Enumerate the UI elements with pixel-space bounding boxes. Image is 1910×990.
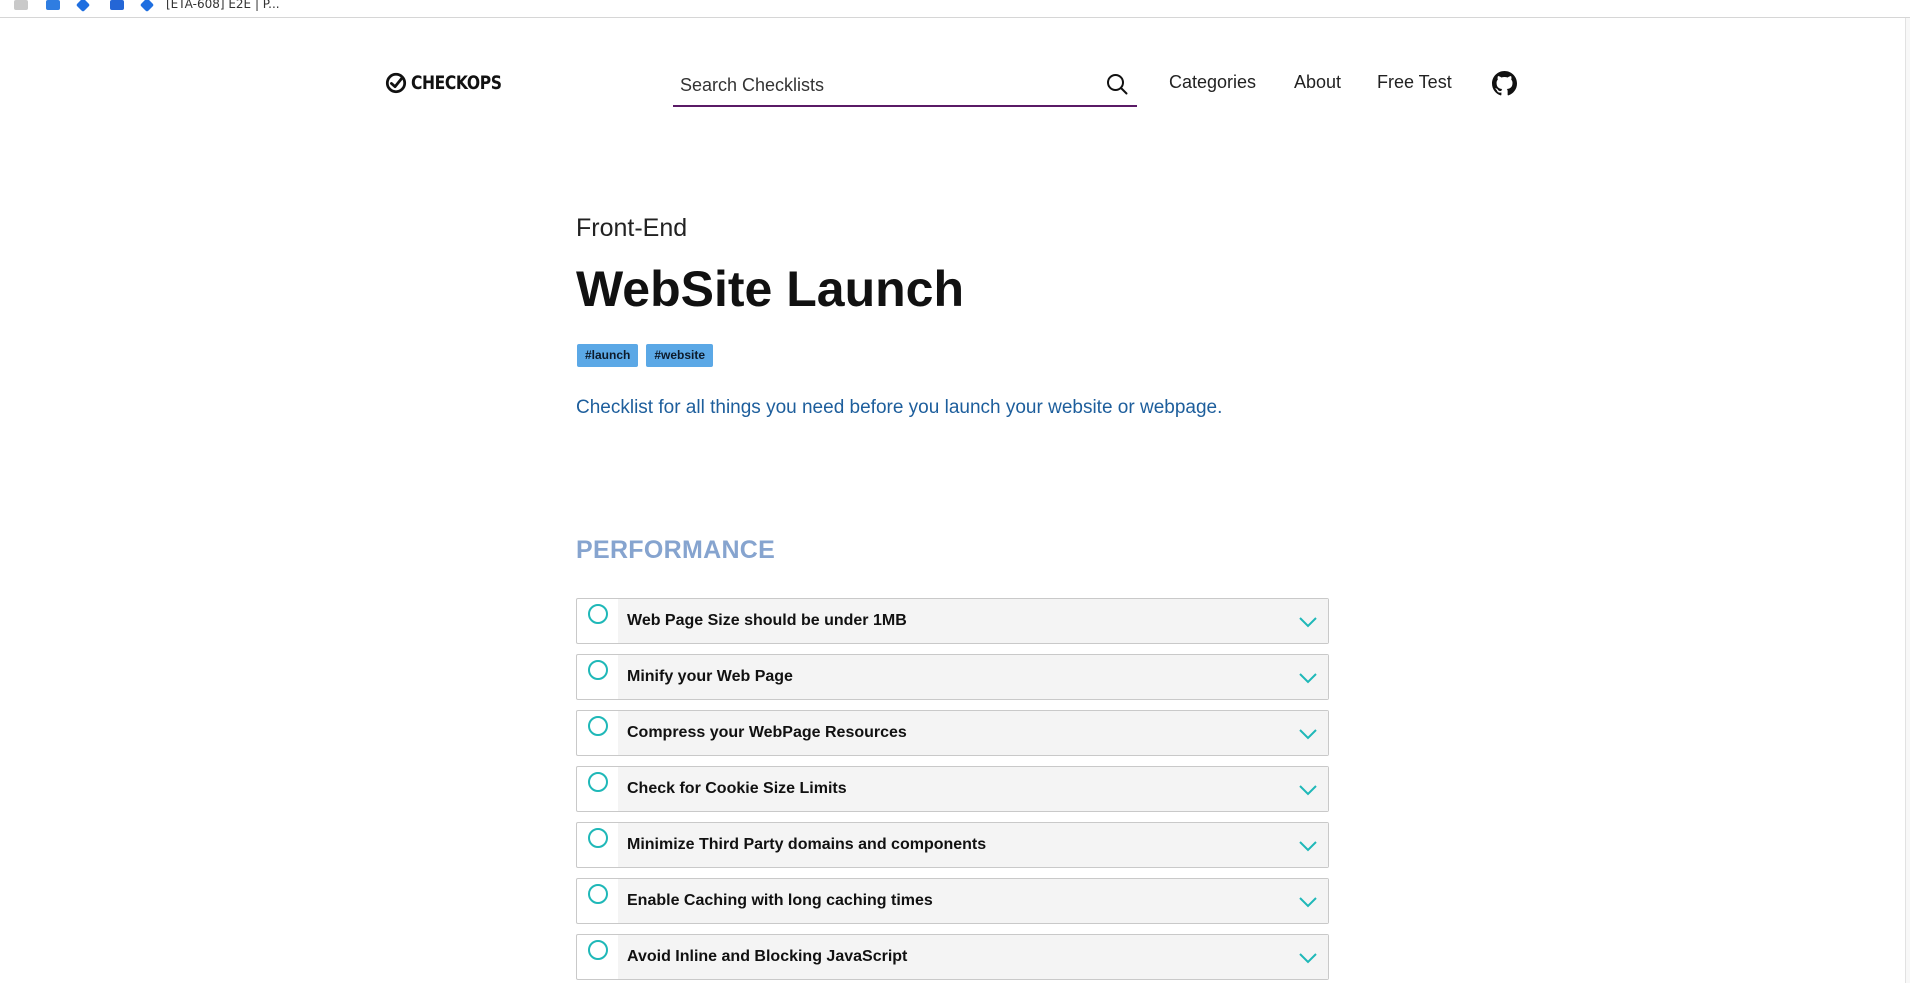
checklist-item-label: Minimize Third Party domains and compone… bbox=[627, 836, 987, 853]
section-title-performance: PERFORMANCE bbox=[576, 536, 776, 564]
jira-icon-2[interactable] bbox=[139, 0, 155, 13]
github-icon[interactable] bbox=[1492, 71, 1517, 96]
checklist-item[interactable]: Web Page Size should be under 1MB bbox=[576, 598, 1329, 644]
scrollbar[interactable] bbox=[1905, 18, 1910, 983]
checkbox-circle[interactable] bbox=[588, 604, 608, 624]
checkbox-circle[interactable] bbox=[588, 772, 608, 792]
checklist-item-label: Minify your Web Page bbox=[627, 668, 793, 685]
checklist: Web Page Size should be under 1MB Minify… bbox=[576, 598, 1329, 990]
checklist-item[interactable]: Minimize Third Party domains and compone… bbox=[576, 822, 1329, 868]
checklist-item-header[interactable]: Compress your WebPage Resources bbox=[618, 711, 1328, 755]
chevron-down-icon[interactable] bbox=[1298, 613, 1318, 631]
chevron-down-icon[interactable] bbox=[1298, 893, 1318, 911]
checklist-item[interactable]: Check for Cookie Size Limits bbox=[576, 766, 1329, 812]
checklist-item-header[interactable]: Check for Cookie Size Limits bbox=[618, 767, 1328, 811]
tag-website[interactable]: #website bbox=[646, 344, 714, 367]
checkbox-circle[interactable] bbox=[588, 716, 608, 736]
bookmark-tab-title[interactable]: [ETA-608] E2E | P... bbox=[166, 0, 280, 11]
logo-text: CHECKOPS bbox=[411, 72, 502, 94]
checklist-item[interactable]: Compress your WebPage Resources bbox=[576, 710, 1329, 756]
chevron-down-icon[interactable] bbox=[1298, 725, 1318, 743]
checklist-item-label: Check for Cookie Size Limits bbox=[627, 780, 847, 797]
checklist-item-header[interactable]: Enable Caching with long caching times bbox=[618, 879, 1328, 923]
checklist-item-header[interactable]: Web Page Size should be under 1MB bbox=[618, 599, 1328, 643]
checklist-item-label: Enable Caching with long caching times bbox=[627, 892, 933, 909]
checklist-item[interactable]: Enable Caching with long caching times bbox=[576, 878, 1329, 924]
checklist-item-header[interactable]: Minimize Third Party domains and compone… bbox=[618, 823, 1328, 867]
page-category: Front-End bbox=[576, 214, 688, 242]
checklist-item-label: Avoid Inline and Blocking JavaScript bbox=[627, 948, 908, 965]
jira-icon[interactable] bbox=[75, 0, 91, 13]
nav-categories[interactable]: Categories bbox=[1169, 72, 1256, 93]
checkbox-circle[interactable] bbox=[588, 884, 608, 904]
checklist-item-header[interactable]: Avoid Inline and Blocking JavaScript bbox=[618, 935, 1328, 979]
bitbucket-icon[interactable] bbox=[110, 0, 124, 10]
checkbox-circle[interactable] bbox=[588, 660, 608, 680]
bookmarks-bar: [ETA-608] E2E | P... bbox=[0, 0, 1910, 18]
checklist-item-header[interactable]: Minify your Web Page bbox=[618, 655, 1328, 699]
checklist-item[interactable]: Avoid Inline and Blocking JavaScript bbox=[576, 934, 1329, 980]
chevron-down-icon[interactable] bbox=[1298, 837, 1318, 855]
nav-about[interactable]: About bbox=[1294, 72, 1341, 93]
chevron-down-icon[interactable] bbox=[1298, 949, 1318, 967]
site-logo[interactable]: CHECKOPS bbox=[385, 72, 521, 94]
checkbox-circle[interactable] bbox=[588, 940, 608, 960]
chevron-down-icon[interactable] bbox=[1298, 781, 1318, 799]
checkbox-circle[interactable] bbox=[588, 828, 608, 848]
checklist-item-label: Compress your WebPage Resources bbox=[627, 724, 907, 741]
search-box[interactable] bbox=[673, 66, 1137, 107]
page-title: WebSite Launch bbox=[576, 261, 965, 317]
search-icon[interactable] bbox=[1105, 72, 1129, 96]
search-input[interactable] bbox=[673, 66, 1093, 104]
checklist-item[interactable]: Minify your Web Page bbox=[576, 654, 1329, 700]
tag-launch[interactable]: #launch bbox=[577, 344, 639, 367]
checklist-item-label: Web Page Size should be under 1MB bbox=[627, 612, 907, 629]
calendar-icon[interactable] bbox=[46, 0, 60, 10]
nav-free-test[interactable]: Free Test bbox=[1377, 72, 1452, 93]
bookmark-favicon-1[interactable] bbox=[14, 0, 28, 10]
chevron-down-icon[interactable] bbox=[1298, 669, 1318, 687]
tag-list: #launch #website bbox=[577, 344, 714, 367]
page-description: Checklist for all things you need before… bbox=[576, 397, 1223, 418]
checkmark-logo-icon bbox=[385, 72, 407, 94]
